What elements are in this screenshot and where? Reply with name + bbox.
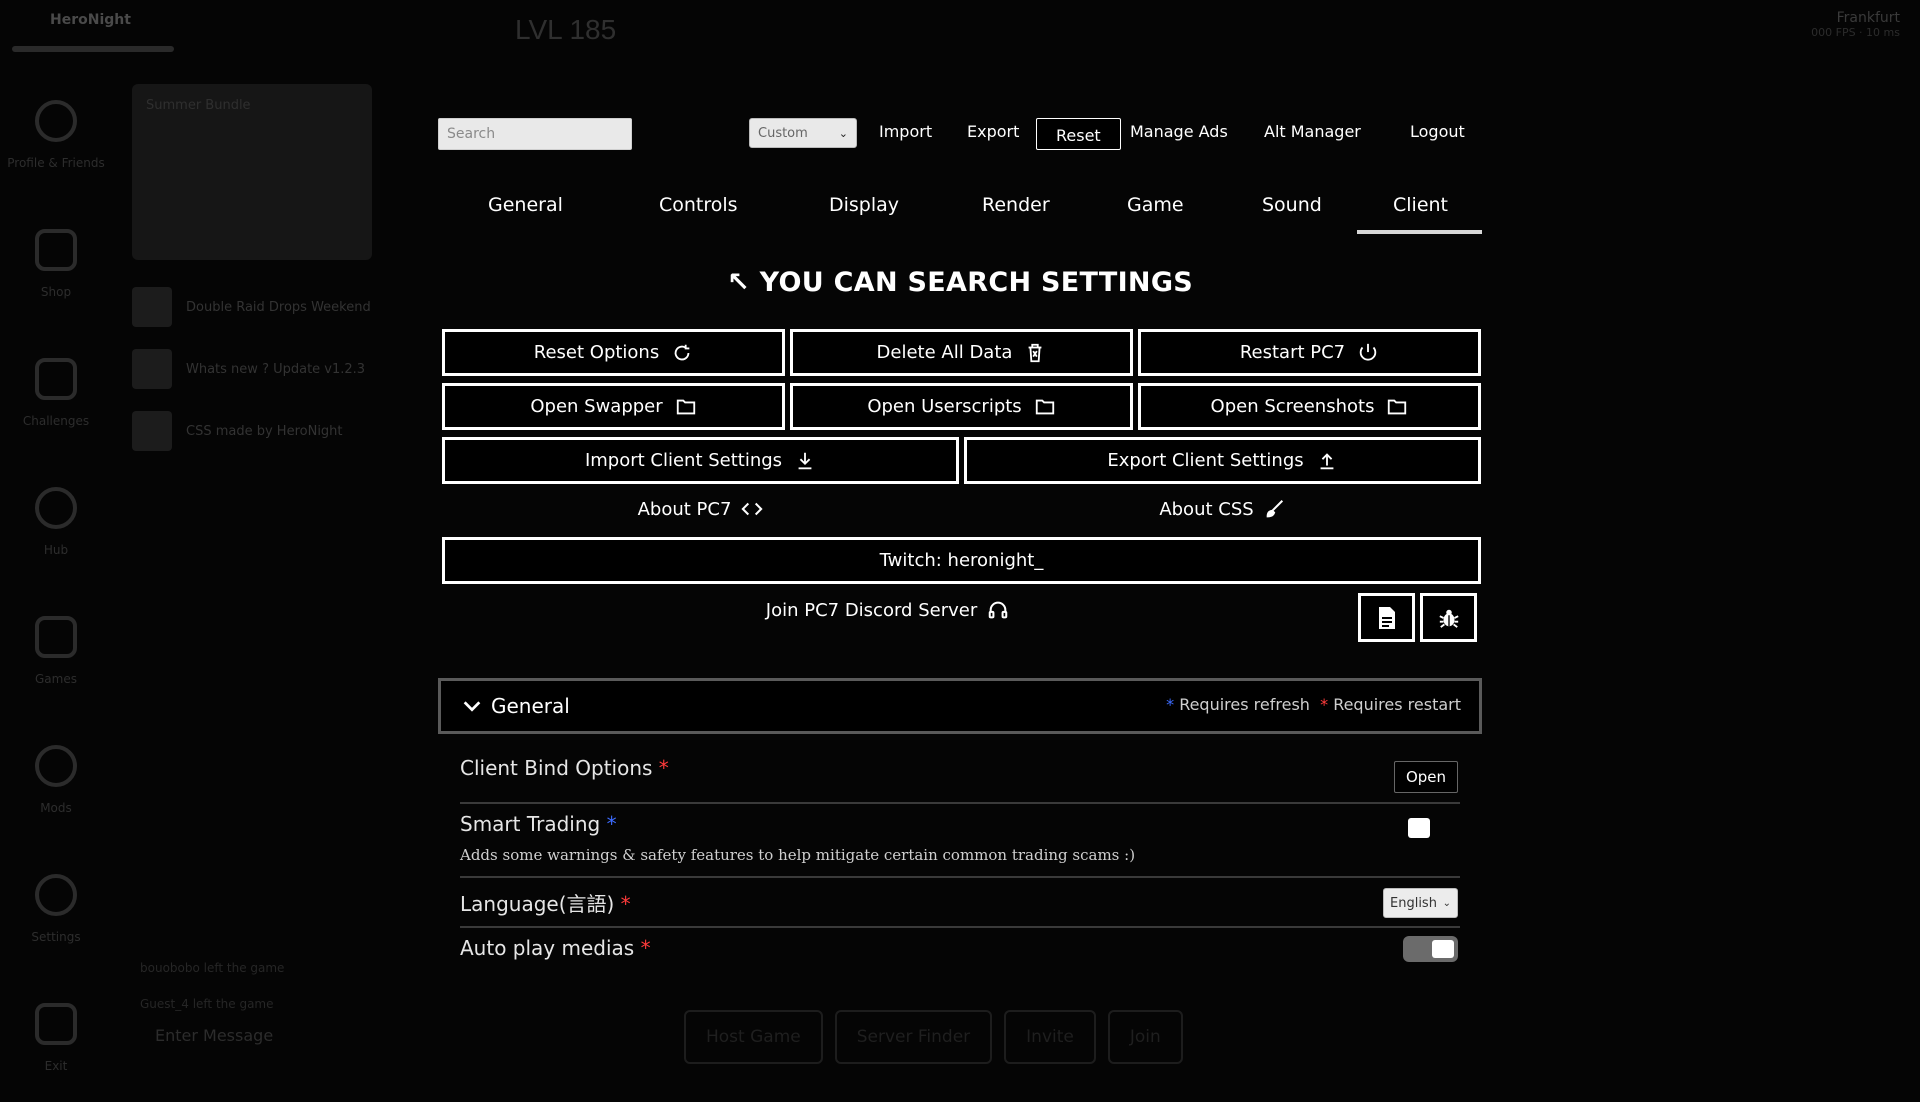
background-bottom-buttons: Host Game Server Finder Invite Join xyxy=(684,1010,1183,1064)
upload-icon xyxy=(1320,452,1334,469)
active-tab-indicator xyxy=(1357,230,1482,234)
settings-topbar: Custom⌄ Import Export Reset Manage Ads A… xyxy=(438,117,1482,151)
folder-icon xyxy=(676,399,695,414)
background-nav-item: Hub xyxy=(0,457,112,586)
headset-icon xyxy=(988,601,1008,619)
refresh-icon xyxy=(674,344,690,360)
delete-all-data-button[interactable]: Delete All Data xyxy=(790,329,1133,376)
gear-icon xyxy=(35,873,77,916)
background-xp-bar xyxy=(12,46,174,52)
section-header-general[interactable]: General * Requires refresh * Requires re… xyxy=(438,678,1482,734)
background-nav-item: Games xyxy=(0,586,112,715)
about-pc7-link[interactable]: About PC7 xyxy=(442,494,959,524)
setting-row-auto-play: Auto play medias * xyxy=(460,930,1460,976)
background-news-item: Whats new ? Update v1.2.3 xyxy=(132,338,378,400)
tab-render[interactable]: Render xyxy=(982,194,1050,216)
background-sidebar: Profile & Friends Shop Challenges Hub Ga… xyxy=(0,70,112,1102)
palette-icon xyxy=(35,744,77,787)
join-discord-link[interactable]: Join PC7 Discord Server xyxy=(442,595,1333,625)
code-icon xyxy=(741,502,763,516)
changelog-button[interactable] xyxy=(1358,593,1415,642)
setting-label: Auto play medias * xyxy=(460,936,651,960)
settings-search-input[interactable] xyxy=(438,118,632,150)
shop-icon xyxy=(35,228,77,271)
background-news-item: Double Raid Drops Weekend xyxy=(132,276,378,338)
client-bind-open-button[interactable]: Open xyxy=(1394,761,1458,793)
open-screenshots-button[interactable]: Open Screenshots xyxy=(1138,383,1481,430)
folder-icon xyxy=(1388,399,1407,414)
smart-trading-checkbox[interactable] xyxy=(1408,818,1430,838)
background-username: HeroNight xyxy=(50,12,131,28)
import-button[interactable]: Import xyxy=(879,122,932,141)
background-nav-item: Exit xyxy=(0,973,112,1102)
flag-icon xyxy=(35,357,77,400)
export-button[interactable]: Export xyxy=(967,122,1019,141)
setting-row-language: Language(言語) * English ⌄ xyxy=(460,880,1460,928)
chevron-down-icon xyxy=(463,701,481,712)
manage-ads-button[interactable]: Manage Ads xyxy=(1130,122,1228,141)
tab-display[interactable]: Display xyxy=(829,194,899,216)
document-icon xyxy=(1378,606,1395,629)
background-chat: bouobobo left the game Guest_4 left the … xyxy=(140,961,285,1011)
section-title: General xyxy=(491,694,570,718)
language-select[interactable]: English ⌄ xyxy=(1383,888,1458,918)
setting-label: Language(言語) * xyxy=(460,892,631,916)
setting-label: Client Bind Options * xyxy=(460,756,669,780)
reset-button[interactable]: Reset xyxy=(1036,118,1121,150)
bug-icon xyxy=(1438,609,1459,628)
setting-row-client-bind: Client Bind Options * Open xyxy=(460,752,1460,804)
gamepad-icon xyxy=(35,615,77,658)
trash-icon xyxy=(1029,343,1042,362)
tab-controls[interactable]: Controls xyxy=(659,194,738,216)
tab-client[interactable]: Client xyxy=(1393,194,1448,216)
tab-game[interactable]: Game xyxy=(1127,194,1184,216)
reset-options-button[interactable]: Reset Options xyxy=(442,329,785,376)
background-region: Frankfurt 000 FPS · 10 ms xyxy=(1811,10,1900,39)
setting-row-smart-trading: Smart Trading * Adds some warnings & saf… xyxy=(460,806,1460,878)
background-news-card: Summer Bundle xyxy=(132,84,372,260)
alt-manager-button[interactable]: Alt Manager xyxy=(1264,122,1361,141)
background-level: LVL 185 xyxy=(515,14,617,45)
setting-label: Smart Trading * xyxy=(460,812,617,836)
chevron-down-icon: ⌄ xyxy=(1442,897,1451,909)
tab-sound[interactable]: Sound xyxy=(1262,194,1322,216)
power-icon xyxy=(1359,343,1377,361)
open-swapper-button[interactable]: Open Swapper xyxy=(442,383,785,430)
tab-general[interactable]: General xyxy=(488,194,563,216)
background-news: Summer Bundle Double Raid Drops Weekend … xyxy=(132,84,378,462)
background-nav-item: Settings xyxy=(0,844,112,973)
background-topbar: HeroNight LVL 185 Frankfurt 000 FPS · 10… xyxy=(0,0,1920,60)
profile-icon xyxy=(35,99,77,142)
preset-select[interactable]: Custom ⌄ xyxy=(749,118,857,148)
report-bug-button[interactable] xyxy=(1420,593,1477,642)
background-chat-input: Enter Message xyxy=(155,1026,274,1045)
globe-icon xyxy=(35,486,77,529)
restart-pc7-button[interactable]: Restart PC7 xyxy=(1138,329,1481,376)
chevron-down-icon: ⌄ xyxy=(838,126,848,140)
background-news-item: CSS made by HeroNight xyxy=(132,400,378,462)
background-nav-item: Profile & Friends xyxy=(0,70,112,199)
settings-tabs: General Controls Display Render Game Sou… xyxy=(438,184,1482,234)
folder-icon xyxy=(1035,399,1054,414)
twitch-button[interactable]: Twitch: heronight_ xyxy=(442,537,1481,584)
open-userscripts-button[interactable]: Open Userscripts xyxy=(790,383,1133,430)
exit-icon xyxy=(35,1002,77,1045)
background-nav-item: Challenges xyxy=(0,328,112,457)
background-nav-item: Mods xyxy=(0,715,112,844)
import-client-settings-button[interactable]: Import Client Settings xyxy=(442,437,959,484)
setting-description: Adds some warnings & safety features to … xyxy=(460,846,1136,864)
background-nav-item: Shop xyxy=(0,199,112,328)
requirements-legend: * Requires refresh * Requires restart xyxy=(1166,695,1461,714)
brush-icon xyxy=(1266,500,1283,518)
about-css-link[interactable]: About CSS xyxy=(964,494,1481,524)
export-client-settings-button[interactable]: Export Client Settings xyxy=(964,437,1481,484)
logout-button[interactable]: Logout xyxy=(1410,122,1465,141)
download-icon xyxy=(798,452,812,469)
auto-play-toggle[interactable] xyxy=(1403,936,1458,962)
search-hint: ↖ YOU CAN SEARCH SETTINGS xyxy=(726,267,1194,298)
